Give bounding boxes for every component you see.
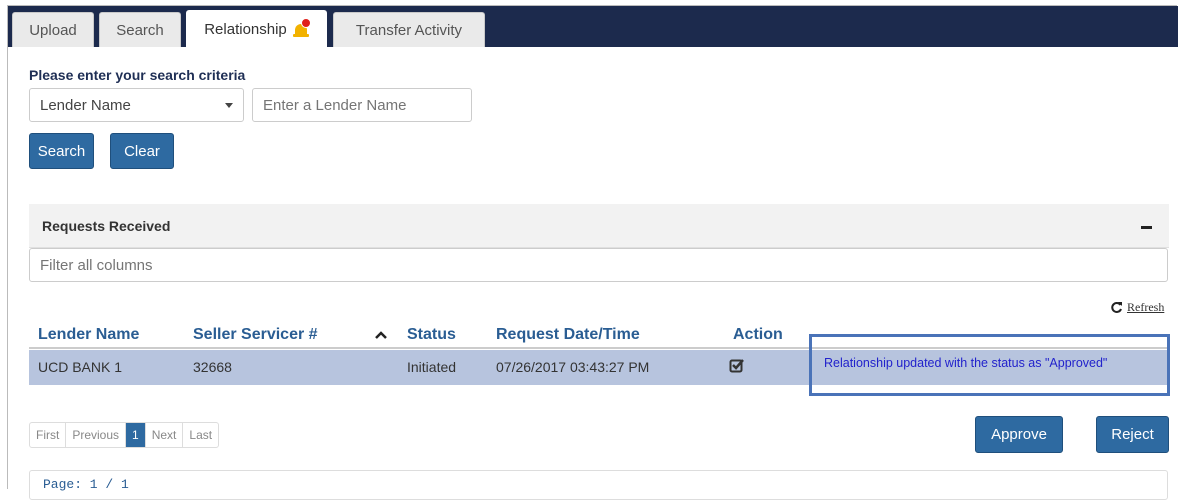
lender-name-input[interactable]	[252, 88, 472, 122]
search-type-select[interactable]: Lender Name	[29, 88, 244, 122]
chevron-down-icon	[225, 102, 233, 108]
notification-bell-icon	[292, 17, 311, 39]
page-info-box	[29, 470, 1168, 500]
column-header-seller-servicer[interactable]: Seller Servicer #	[193, 326, 318, 344]
reject-button[interactable]: Reject	[1096, 416, 1169, 453]
column-header-lender-name[interactable]: Lender Name	[38, 326, 139, 344]
filter-all-columns-input[interactable]	[29, 248, 1168, 282]
pagination-page-1[interactable]: 1	[126, 423, 146, 447]
search-type-value: Lender Name	[40, 96, 131, 114]
pagination: First Previous 1 Next Last	[29, 422, 220, 448]
tab-transfer-activity-label: Transfer Activity	[355, 21, 463, 39]
cell-seller-servicer: 32668	[193, 359, 232, 375]
column-header-action: Action	[733, 326, 783, 343]
refresh-icon	[1111, 302, 1122, 313]
column-header-status[interactable]: Status	[407, 326, 456, 344]
pagination-previous[interactable]: Previous	[66, 423, 127, 447]
pagination-first[interactable]: First	[30, 423, 67, 447]
sort-ascending-icon[interactable]	[375, 330, 387, 340]
pagination-next[interactable]: Next	[146, 423, 184, 447]
collapse-icon[interactable]	[1141, 226, 1152, 229]
requests-panel-header	[29, 204, 1169, 248]
checkbox-checked-icon[interactable]	[729, 357, 745, 373]
tab-upload[interactable]: Upload	[12, 12, 94, 47]
cell-status: Initiated	[407, 359, 457, 375]
cell-request-date: 07/26/2017 03:43:27 PM	[496, 359, 650, 375]
tab-upload-label: Upload	[29, 21, 77, 39]
column-header-request-date[interactable]: Request Date/Time	[496, 326, 640, 344]
tab-relationship-label: Relationship	[204, 21, 287, 38]
refresh-link[interactable]: Refresh	[1110, 300, 1164, 315]
tab-search-label: Search	[116, 21, 164, 39]
approve-button[interactable]: Approve	[975, 416, 1063, 453]
tab-relationship[interactable]: Relationship	[186, 10, 327, 48]
refresh-label: Refresh	[1127, 300, 1165, 314]
requests-panel-title: Requests Received	[42, 218, 171, 234]
tab-transfer-activity[interactable]: Transfer Activity	[333, 12, 485, 47]
page-info-text: Page: 1 / 1	[43, 477, 129, 492]
search-button[interactable]: Search	[29, 133, 94, 169]
search-criteria-heading: Please enter your search criteria	[29, 67, 246, 83]
cell-lender-name: UCD BANK 1	[38, 359, 123, 375]
pagination-last[interactable]: Last	[183, 423, 218, 447]
clear-button[interactable]: Clear	[110, 133, 174, 169]
tab-search[interactable]: Search	[99, 12, 181, 47]
status-message: Relationship updated with the status as …	[824, 356, 1108, 370]
